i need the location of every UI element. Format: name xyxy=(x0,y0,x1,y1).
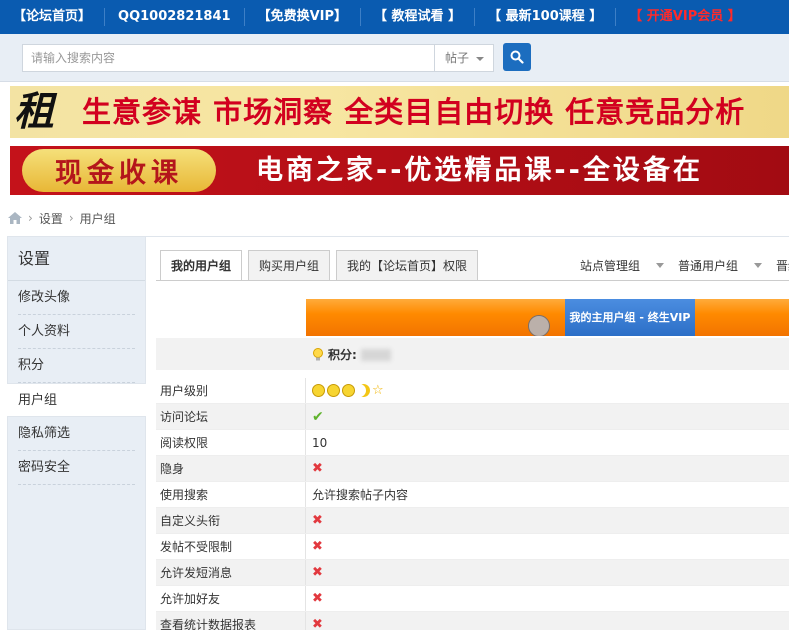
sidebar-item-points[interactable]: 积分 xyxy=(18,349,135,383)
permission-key: 用户级别 xyxy=(156,378,306,403)
level-icons: ☆ xyxy=(306,378,789,403)
permission-key: 发帖不受限制 xyxy=(156,534,306,559)
permission-key: 允许加好友 xyxy=(156,586,306,611)
moon-icon xyxy=(357,384,370,397)
banner-pill-text: 现金收课 xyxy=(55,158,183,189)
cross-icon: ✖ xyxy=(312,590,323,606)
chevron-down-icon xyxy=(754,263,763,268)
permission-key: 使用搜索 xyxy=(156,482,306,507)
table-row: 使用搜索 允许搜索帖子内容 xyxy=(156,482,789,508)
tab-buy-usergroup[interactable]: 购买用户组 xyxy=(248,250,331,281)
sidebar-item-usergroup[interactable]: 用户组 xyxy=(7,383,146,417)
breadcrumb: › 设置 › 用户组 xyxy=(8,209,116,227)
cross-icon: ✖ xyxy=(312,616,323,630)
cross-icon: ✖ xyxy=(312,538,323,554)
permission-key: 阅读权限 xyxy=(156,430,306,455)
nav-free-vip[interactable]: 【免费换VIP】 xyxy=(245,8,362,26)
group-type-menu: 站点管理组 普通用户组 晋级 xyxy=(580,257,789,274)
progress-knob xyxy=(528,315,550,336)
settings-sidebar: 设置 修改头像 个人资料 积分 用户组 隐私筛选 密码安全 xyxy=(7,236,146,630)
smiley-icon xyxy=(312,384,325,397)
table-row: 允许发短消息 ✖ xyxy=(156,560,789,586)
search-icon xyxy=(510,50,524,64)
group-promote-dropdown[interactable]: 晋级 xyxy=(776,257,789,274)
group-promote-label: 晋级 xyxy=(776,259,789,273)
breadcrumb-separator: › xyxy=(28,211,33,225)
table-row: 访问论坛 ✔ xyxy=(156,404,789,430)
banner-pill: 现金收课 xyxy=(22,149,216,192)
table-row: 查看统计数据报表 ✖ xyxy=(156,612,789,630)
banner-slogan: 生意参谋 市场洞察 全类目自由切换 任意竞品分析 xyxy=(82,95,746,129)
star-icon: ☆ xyxy=(372,382,384,398)
permission-value: 允许搜索帖子内容 xyxy=(312,487,409,502)
points-label: 积分: xyxy=(328,348,357,362)
banner-course-text: 电商之家--优选精品课--全设备在 xyxy=(256,155,703,186)
smiley-icon xyxy=(342,384,355,397)
group-admin-label: 站点管理组 xyxy=(580,259,641,273)
table-row: 发帖不受限制 ✖ xyxy=(156,534,789,560)
sidebar-item-privacy[interactable]: 隐私筛选 xyxy=(18,417,135,451)
breadcrumb-usergroup: 用户组 xyxy=(79,211,116,226)
ad-banner-courses[interactable]: 现金收课 电商之家--优选精品课--全设备在 xyxy=(10,146,789,195)
sidebar-title: 设置 xyxy=(8,237,145,281)
permission-key: 查看统计数据报表 xyxy=(156,612,306,630)
sidebar-item-avatar[interactable]: 修改头像 xyxy=(18,281,135,315)
permission-table: 用户级别 ☆ 访问论坛 ✔ 阅读权限 10 隐身 ✖ 使用搜索 允许搜索帖子内容… xyxy=(156,378,789,630)
cross-icon: ✖ xyxy=(312,460,323,476)
cross-icon: ✖ xyxy=(312,564,323,580)
cross-icon: ✖ xyxy=(312,512,323,528)
breadcrumb-separator: › xyxy=(68,211,74,225)
search-input[interactable]: 请输入搜索内容 xyxy=(22,44,434,72)
group-regular-dropdown[interactable]: 普通用户组 xyxy=(678,257,763,274)
chevron-down-icon xyxy=(476,57,484,61)
tab-divider xyxy=(156,280,789,281)
table-row: 自定义头衔 ✖ xyxy=(156,508,789,534)
nav-forum-home[interactable]: 【论坛首页】 xyxy=(0,8,106,26)
nav-latest-courses[interactable]: 【 最新100课程 】 xyxy=(475,8,617,26)
top-nav-bar: 【论坛首页】 QQ1002821841 【免费换VIP】 【 教程试看 】 【 … xyxy=(0,0,789,34)
nav-open-vip[interactable]: 【 开通VIP会员 】 xyxy=(616,8,753,26)
usergroup-progress-bar: 我的主用户组 - 终生VIP xyxy=(306,299,789,336)
nav-tutorial-preview[interactable]: 【 教程试看 】 xyxy=(361,8,476,26)
permission-key: 访问论坛 xyxy=(156,404,306,429)
search-type-label: 帖子 xyxy=(445,51,470,65)
search-type-select[interactable]: 帖子 xyxy=(434,44,494,72)
lightbulb-icon xyxy=(313,347,323,360)
sidebar-item-password[interactable]: 密码安全 xyxy=(18,451,135,485)
chevron-down-icon xyxy=(656,263,665,268)
group-regular-label: 普通用户组 xyxy=(678,259,739,273)
home-icon[interactable] xyxy=(8,212,22,224)
points-value-redacted xyxy=(360,348,391,361)
tab-bar: 我的用户组 购买用户组 我的【论坛首页】权限 xyxy=(160,250,484,281)
smiley-icon xyxy=(327,384,340,397)
table-row: 用户级别 ☆ xyxy=(156,378,789,404)
table-row: 阅读权限 10 xyxy=(156,430,789,456)
permission-key: 自定义头衔 xyxy=(156,508,306,533)
nav-qq-contact[interactable]: QQ1002821841 xyxy=(105,8,245,26)
banner-logo-text: 租 xyxy=(14,88,54,135)
permission-key: 允许发短消息 xyxy=(156,560,306,585)
search-button[interactable] xyxy=(503,43,531,71)
search-bar: 请输入搜索内容 帖子 xyxy=(0,34,789,82)
current-group-segment: 我的主用户组 - 终生VIP xyxy=(565,299,695,336)
permission-value: 10 xyxy=(312,435,328,450)
tab-my-usergroup[interactable]: 我的用户组 xyxy=(160,250,243,281)
group-admin-dropdown[interactable]: 站点管理组 xyxy=(580,257,665,274)
table-row: 隐身 ✖ xyxy=(156,456,789,482)
ad-banner-analytics[interactable]: 租 生意参谋 市场洞察 全类目自由切换 任意竞品分析 xyxy=(10,86,789,138)
table-row: 允许加好友 ✖ xyxy=(156,586,789,612)
breadcrumb-settings[interactable]: 设置 xyxy=(39,210,63,227)
tab-my-permissions[interactable]: 我的【论坛首页】权限 xyxy=(336,250,479,281)
points-row: 积分: xyxy=(156,338,789,370)
sidebar-item-profile[interactable]: 个人资料 xyxy=(18,315,135,349)
check-icon: ✔ xyxy=(312,408,324,425)
permission-key: 隐身 xyxy=(156,456,306,481)
points-label-wrap: 积分: xyxy=(312,346,391,363)
